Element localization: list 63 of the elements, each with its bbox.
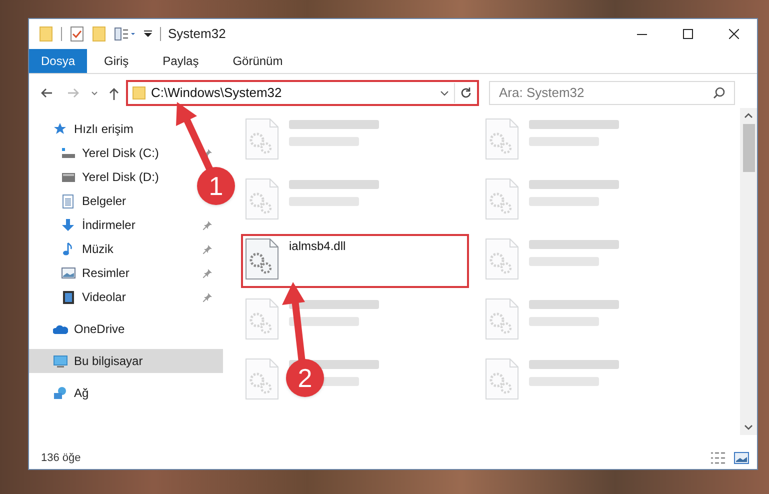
blurred-text — [529, 317, 599, 326]
sidebar-item[interactable]: Müzik — [29, 237, 223, 261]
sidebar-item[interactable]: Yerel Disk (D:) — [29, 165, 163, 189]
blurred-text — [529, 197, 599, 206]
dropdown-icon[interactable] — [440, 90, 449, 96]
sidebar-item[interactable]: Ağ — [29, 381, 93, 405]
ribbon-tab[interactable]: Görünüm — [216, 49, 300, 73]
pin-icon[interactable] — [203, 268, 213, 278]
blurred-text — [289, 317, 359, 326]
pin-icon[interactable] — [203, 148, 213, 158]
star-icon — [53, 122, 68, 136]
search-icon — [713, 87, 725, 99]
network-icon — [53, 386, 68, 400]
item-count: 136 öğe — [41, 450, 81, 466]
up-icon[interactable] — [108, 86, 120, 100]
maximize-icon — [683, 29, 693, 39]
pin-icon[interactable] — [203, 220, 213, 230]
search-input[interactable]: Ara: System32 — [499, 83, 713, 103]
file-item[interactable]: ialmsb4.dll — [241, 234, 469, 288]
address-path: C:\Windows\System32 — [151, 84, 283, 102]
file-name: ialmsb4.dll — [289, 238, 346, 255]
back-icon[interactable] — [41, 87, 53, 99]
scroll-down-icon[interactable] — [744, 425, 753, 430]
ribbon-tab[interactable]: Dosya — [29, 49, 87, 73]
sidebar-item[interactable]: Videolar — [29, 285, 223, 309]
gear-document-icon — [245, 238, 279, 280]
drive-icon — [61, 146, 76, 160]
document-icon — [61, 194, 76, 208]
view-options-icon[interactable] — [114, 27, 136, 41]
scrollbar-thumb[interactable] — [742, 124, 754, 172]
recent-locations-icon[interactable] — [91, 90, 98, 96]
blurred-text — [529, 257, 599, 266]
address-bar[interactable]: C:\Windows\System32 — [126, 80, 479, 106]
ribbon-tab[interactable]: Giriş — [87, 49, 146, 73]
blurred-text — [289, 197, 359, 206]
sidebar-item[interactable]: Hızlı erişim — [29, 117, 138, 141]
sidebar-item[interactable]: İndirmeler — [29, 213, 223, 237]
picture-icon — [61, 266, 76, 280]
sidebar-item[interactable]: OneDrive — [29, 317, 129, 341]
blurred-text — [529, 137, 599, 146]
ribbon-tab[interactable]: Paylaş — [146, 49, 216, 73]
customize-toolbar-icon[interactable] — [144, 30, 152, 38]
scroll-up-icon[interactable] — [744, 113, 753, 118]
sidebar-item[interactable]: Yerel Disk (C:) — [29, 141, 223, 165]
pin-icon[interactable] — [203, 244, 213, 254]
folder-icon — [132, 86, 146, 100]
pin-icon[interactable] — [203, 292, 213, 302]
sidebar-item[interactable]: Bu bilgisayar — [29, 349, 223, 373]
details-view-icon[interactable] — [710, 452, 726, 464]
download-arrow-icon — [61, 218, 76, 232]
sidebar-item[interactable]: Belgeler — [29, 189, 130, 213]
sidebar-item[interactable]: Resimler — [29, 261, 223, 285]
monitor-icon — [53, 354, 68, 368]
scrollbar[interactable] — [740, 108, 757, 435]
close-icon — [729, 29, 739, 39]
properties-icon[interactable] — [70, 26, 84, 42]
blurred-text — [529, 377, 599, 386]
film-icon — [61, 290, 76, 304]
search-field[interactable]: Ara: System32 — [489, 81, 735, 105]
large-icons-view-icon[interactable] — [734, 452, 749, 464]
window-title: System32 — [168, 25, 226, 44]
refresh-icon[interactable] — [460, 87, 472, 99]
blurred-text — [289, 137, 359, 146]
